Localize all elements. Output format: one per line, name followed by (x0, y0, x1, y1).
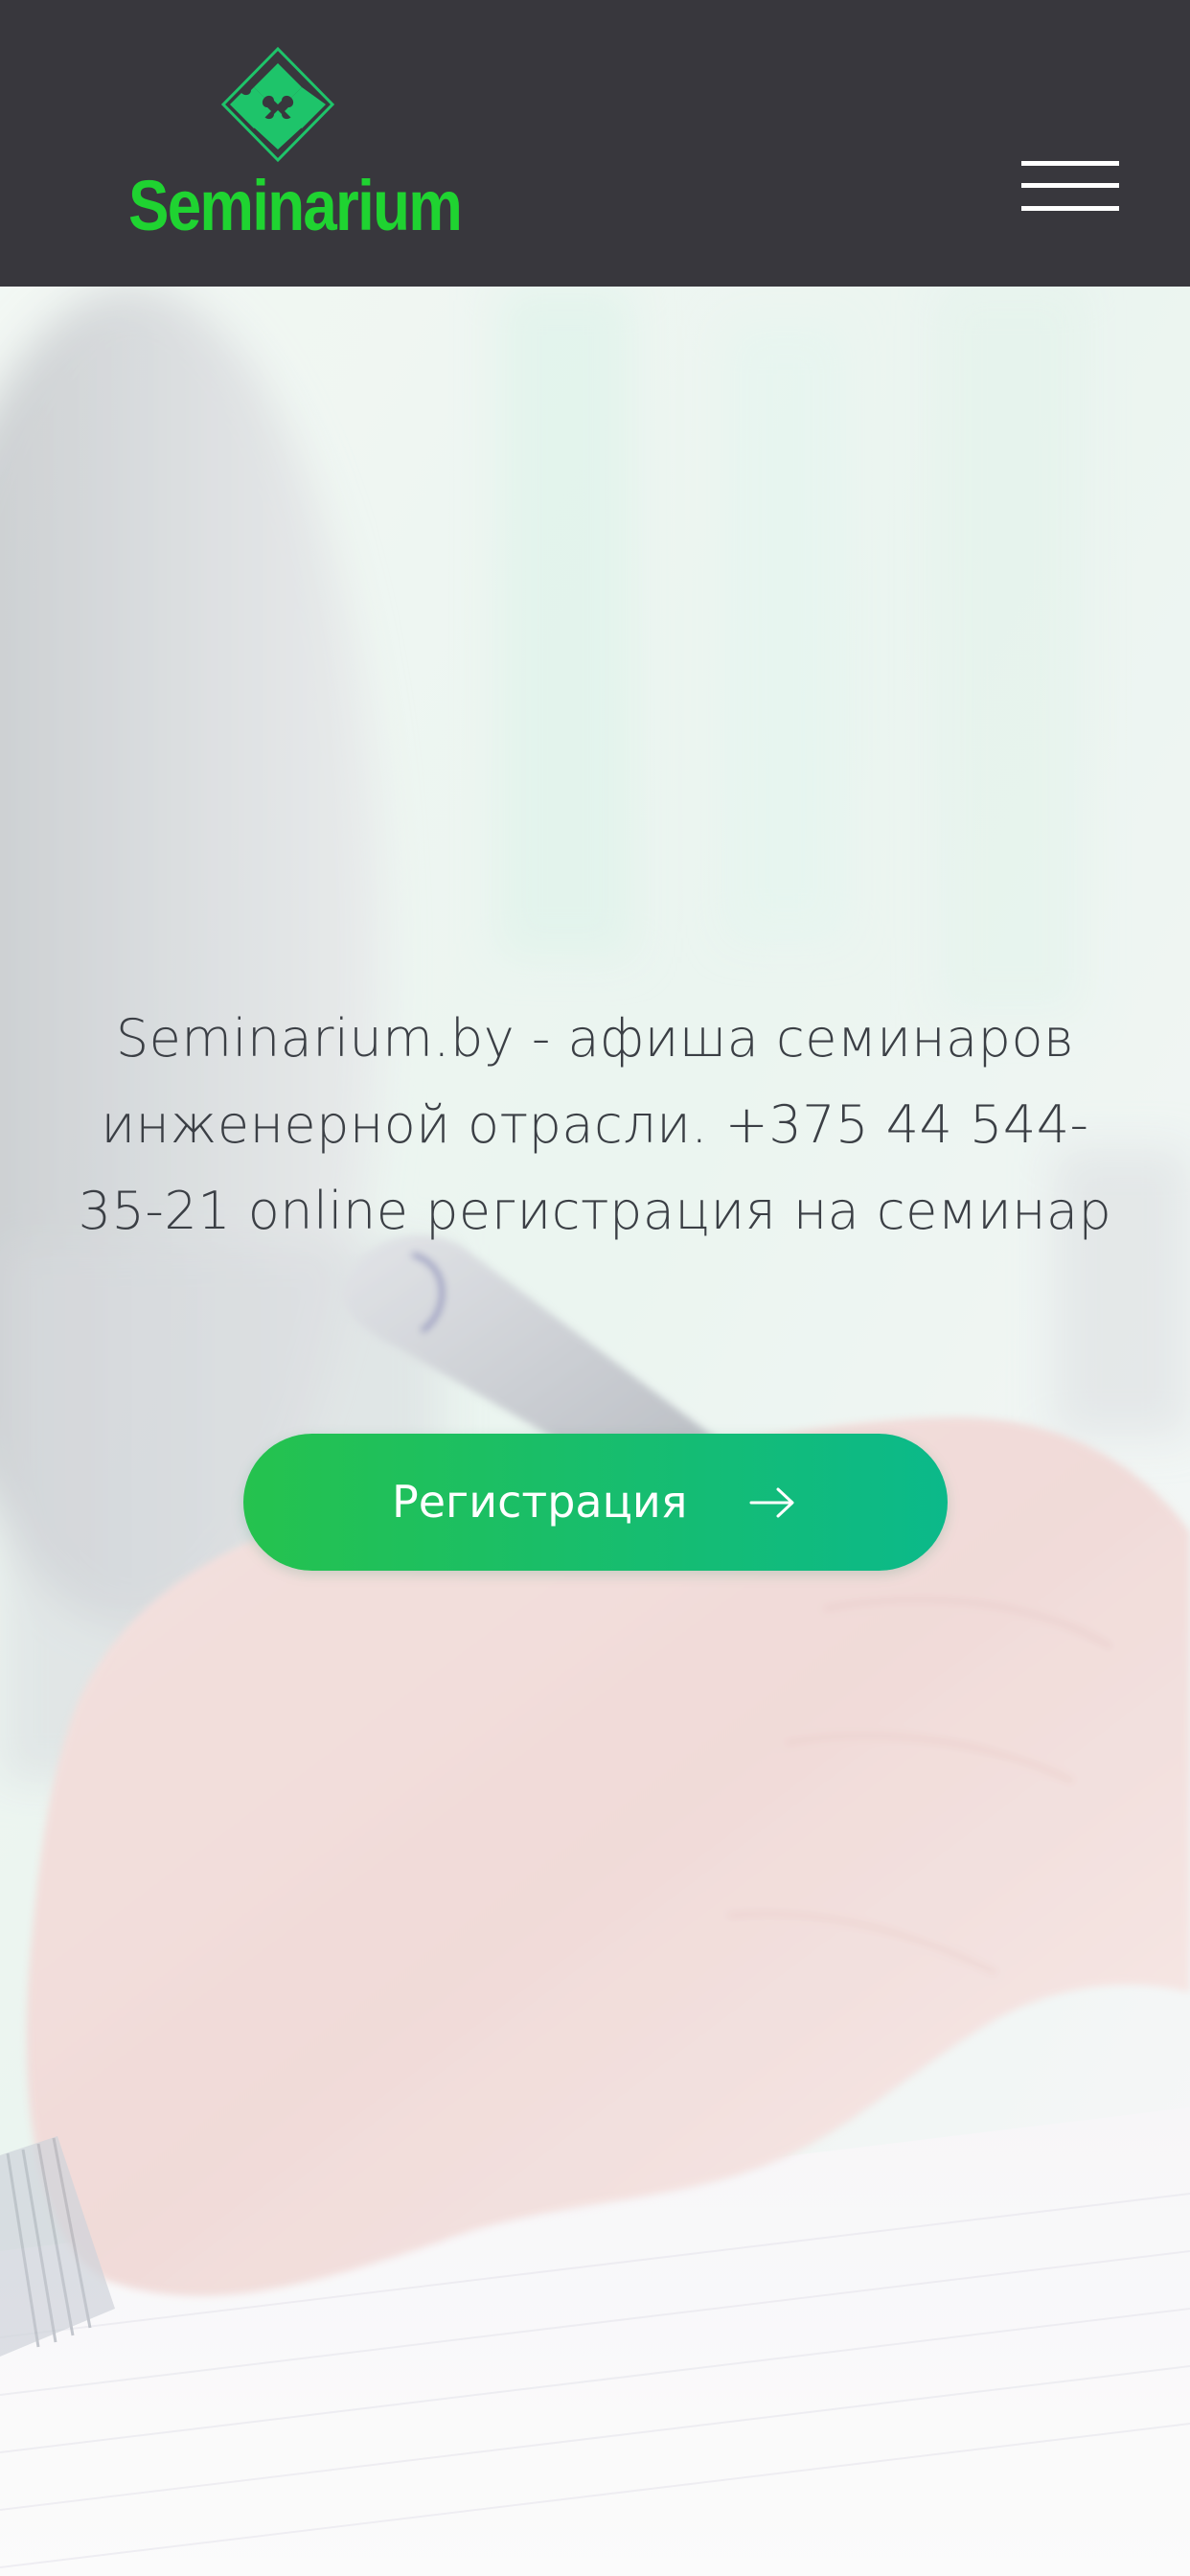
register-button-label: Регистрация (392, 1476, 688, 1528)
logo-link[interactable]: Seminarium (128, 46, 463, 247)
register-button[interactable]: Регистрация (243, 1434, 948, 1571)
menu-bar (1021, 206, 1119, 211)
menu-bar (1021, 183, 1119, 188)
site-header: Seminarium (0, 0, 1190, 287)
logo-wordmark: Seminarium (128, 166, 463, 245)
arrow-right-icon (749, 1487, 794, 1518)
hero-content: Seminarium.by - афиша семинаров инженерн… (0, 287, 1190, 2576)
hero-headline: Seminarium.by - афиша семинаров инженерн… (78, 1008, 1112, 1241)
hero-section: Seminarium.by - афиша семинаров инженерн… (0, 287, 1190, 2576)
hamburger-menu-icon[interactable] (1021, 161, 1119, 211)
puzzle-icon (220, 46, 335, 163)
menu-bar (1021, 161, 1119, 166)
